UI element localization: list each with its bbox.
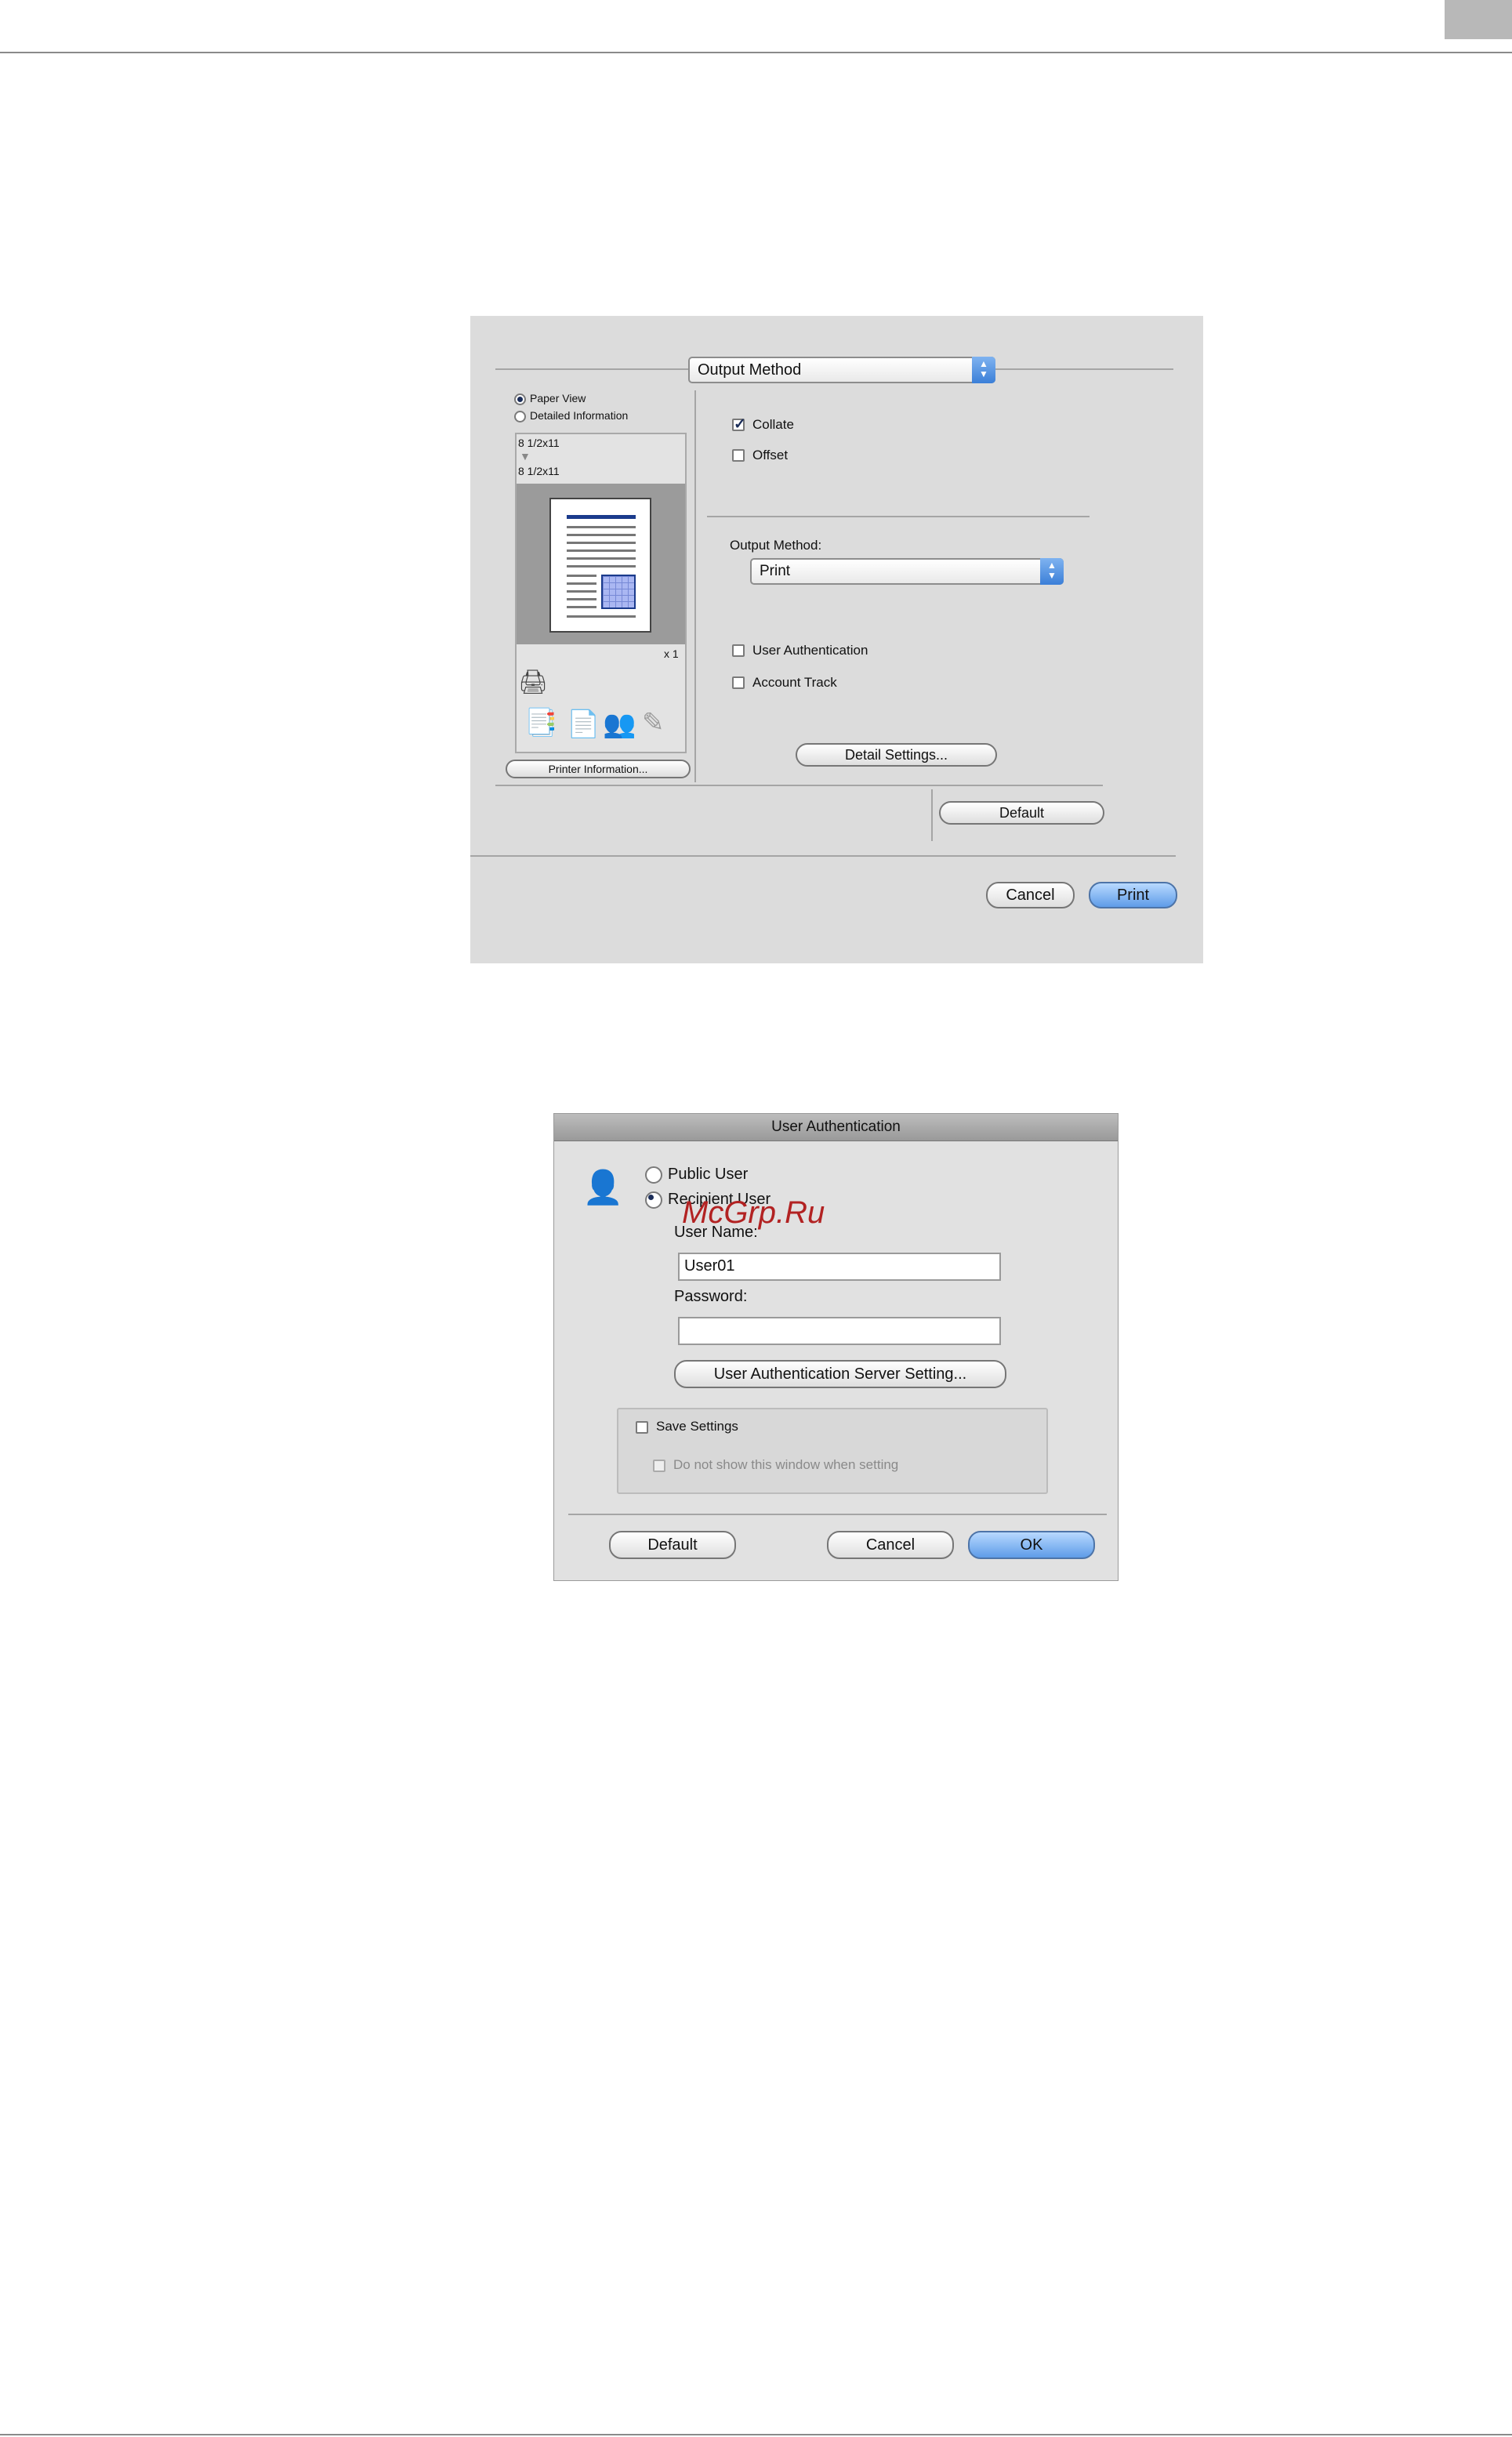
offset-label: Offset	[752, 448, 789, 462]
users-icon: 👥	[603, 709, 636, 739]
divider	[568, 1514, 1107, 1515]
default-button[interactable]: Default	[609, 1531, 736, 1559]
dialog-title: User Authentication	[554, 1114, 1118, 1141]
public-user-radio[interactable]	[645, 1166, 662, 1184]
save-settings-group: Save Settings Do not show this window wh…	[617, 1408, 1048, 1494]
server-setting-button[interactable]: User Authentication Server Setting...	[674, 1360, 1006, 1388]
footer-rule	[0, 2434, 1512, 2435]
collate-label: Collate	[752, 417, 794, 432]
output-method-select[interactable]: Print ▲ ▼	[750, 558, 1064, 585]
user-auth-dialog: User Authentication 👤 Public User Recipi…	[553, 1113, 1119, 1581]
page-corner-tab	[1445, 0, 1512, 39]
offset-checkbox[interactable]	[732, 449, 745, 462]
copies-label: x 1	[664, 647, 679, 660]
do-not-show-checkbox[interactable]	[653, 1460, 665, 1472]
detail-settings-button[interactable]: Detail Settings...	[796, 743, 997, 767]
divider	[931, 789, 933, 841]
print-button[interactable]: Print	[1089, 882, 1177, 908]
popup-arrows-icon: ▲ ▼	[1040, 558, 1064, 585]
paper-preview-area	[517, 484, 685, 644]
popup-arrows-icon: ▲ ▼	[972, 357, 995, 383]
paper-source-label: 8 1/2x11	[518, 437, 560, 449]
output-tray-icon: 🖨	[518, 669, 549, 695]
divider	[707, 516, 1090, 517]
divider	[694, 390, 696, 782]
print-preview: 8 1/2x11 ▼ 8 1/2x11 x 1 🖨 📑 📄 👥 ✎	[515, 433, 687, 753]
do-not-show-label: Do not show this window when setting	[673, 1457, 899, 1472]
panel-popup-label: Output Method	[698, 361, 802, 379]
header-rule	[0, 52, 1512, 53]
collate-checkbox[interactable]	[732, 415, 746, 433]
paper-view-radio[interactable]	[514, 393, 526, 405]
arrow-down-icon: ▼	[520, 450, 531, 462]
paper-view-label: Paper View	[530, 392, 586, 404]
account-track-label: Account Track	[752, 675, 837, 690]
booklet-icon: 📑	[524, 708, 558, 738]
user-icon: 👤	[582, 1169, 624, 1206]
default-button[interactable]: Default	[939, 801, 1104, 825]
password-label: Password:	[674, 1288, 748, 1305]
paper-output-label: 8 1/2x11	[518, 465, 560, 477]
ok-button[interactable]: OK	[968, 1531, 1095, 1559]
watermark-text: McGrp.Ru	[682, 1195, 825, 1230]
user-auth-checkbox[interactable]	[732, 644, 745, 657]
save-settings-checkbox[interactable]	[636, 1421, 648, 1434]
pen-icon: ✎	[642, 708, 665, 738]
output-method-value: Print	[760, 563, 791, 579]
detailed-info-label: Detailed Information	[530, 409, 629, 422]
password-field[interactable]	[678, 1317, 1001, 1345]
detailed-info-radio[interactable]	[514, 411, 526, 422]
divider	[495, 785, 1103, 786]
recipient-user-radio[interactable]	[645, 1191, 662, 1209]
account-track-checkbox[interactable]	[732, 676, 745, 689]
user-name-field[interactable]: User01	[678, 1253, 1001, 1281]
user-auth-label: User Authentication	[752, 643, 868, 658]
output-method-label: Output Method:	[730, 538, 822, 553]
cancel-button[interactable]: Cancel	[827, 1531, 954, 1559]
panel-popup[interactable]: Output Method ▲ ▼	[688, 357, 995, 383]
document-icon: 📄	[567, 709, 600, 739]
page-thumbnail	[549, 498, 651, 633]
cancel-button[interactable]: Cancel	[986, 882, 1075, 908]
print-dialog: Output Method ▲ ▼ Paper View Detailed Inf…	[470, 316, 1203, 963]
public-user-label: Public User	[668, 1166, 749, 1183]
printer-info-button[interactable]: Printer Information...	[506, 760, 691, 778]
save-settings-label: Save Settings	[656, 1419, 738, 1434]
divider	[470, 855, 1176, 857]
